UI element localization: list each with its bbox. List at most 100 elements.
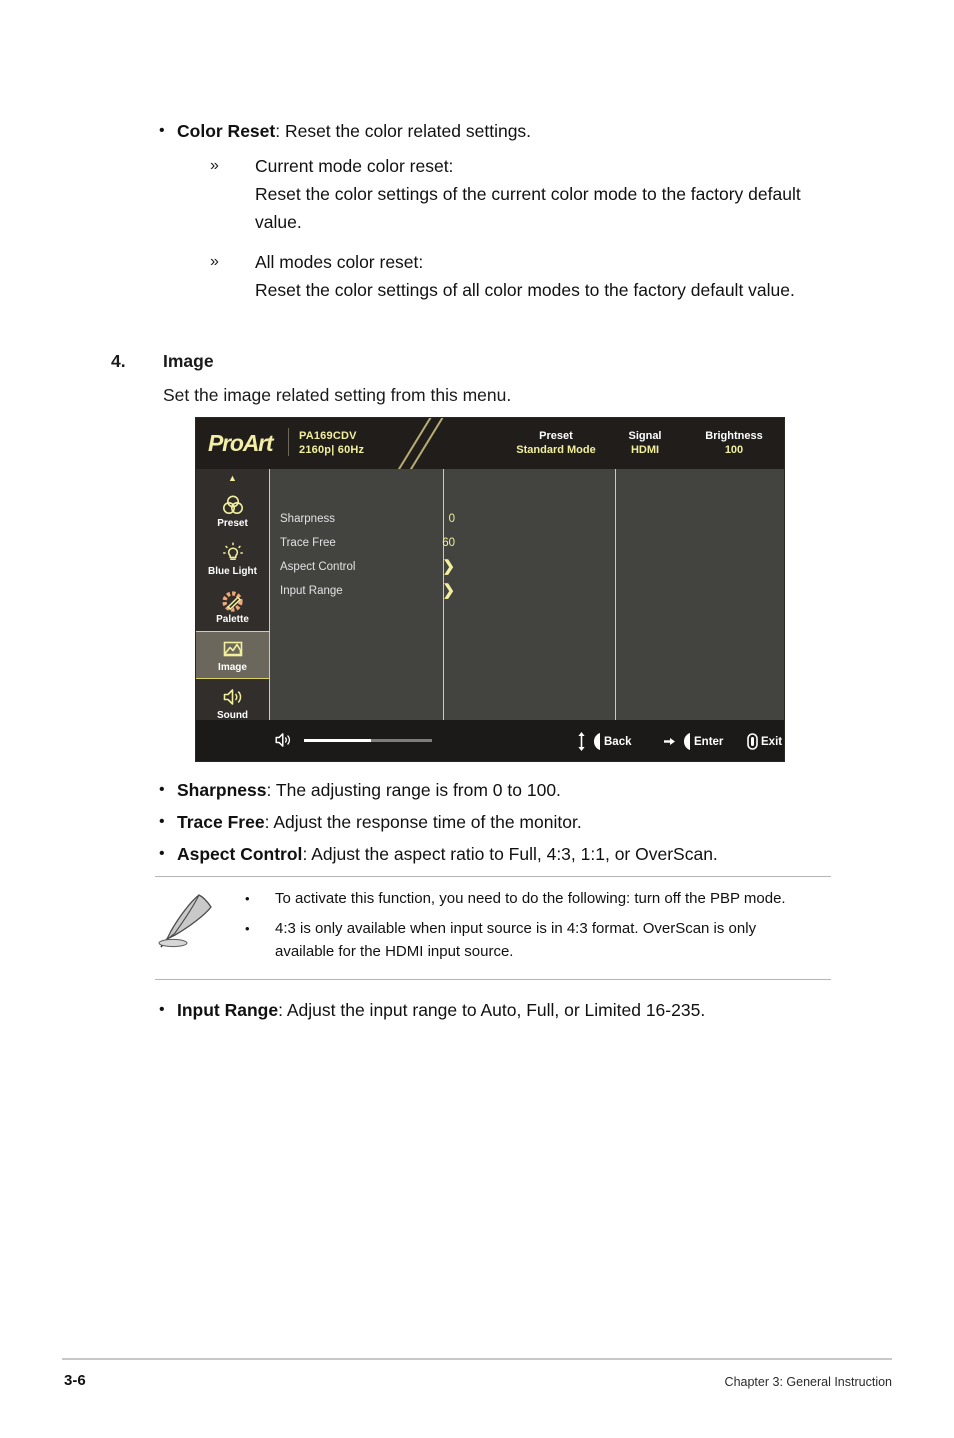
osd-mode-line: 2160p| 60Hz [299,443,364,457]
note-icon-wrap [155,887,245,956]
osd-model-name: PA169CDV [299,430,357,442]
manual-page: • Color Reset: Reset the color related s… [0,0,954,1438]
bullet-marker: • [245,921,250,936]
bullet-sharpness-desc: : The adjusting range is from 0 to 100. [266,780,561,800]
volume-slider[interactable] [304,739,432,742]
page-number: 3-6 [64,1372,86,1389]
osd-footer-label: Back [604,735,632,748]
bullet-color-reset-term: Color Reset [177,121,276,141]
note-item-1: • To activate this function, you need to… [245,887,831,911]
palette-brush-icon [221,590,243,612]
dpad-left-half-icon [683,733,690,750]
bullet-color-reset: • Color Reset: Reset the color related s… [155,118,855,145]
note-item-2: • 4:3 is only available when input sourc… [245,917,831,963]
osd-header-label: Signal [628,430,662,442]
sidebar-item-preset[interactable]: Preset [196,487,269,535]
bullet-marker: • [159,845,165,862]
bullet-aspect-control-desc: : Adjust the aspect ratio to Full, 4:3, … [302,844,718,864]
osd-refresh: 60Hz [337,444,365,456]
subitem-body: Reset the color settings of the current … [255,184,801,232]
osd-sep: | [331,444,335,456]
bullet-sharpness-term: Sharpness [177,780,267,800]
guillemet-marker: » [210,253,219,270]
bullet-marker: • [159,1001,165,1018]
sidebar-item-image[interactable]: Image [196,631,269,679]
menu-item-value: 60 [442,537,455,549]
osd-header: ProArt PA169CDV 2160p| 60Hz Preset Stand… [196,418,784,469]
osd-header-label: Brightness [705,430,763,442]
sidebar-item-blue-light[interactable]: Blue Light [196,535,269,583]
quill-pen-icon [158,894,212,948]
osd-header-label: Preset [539,430,573,442]
osd-sidebar: ▲ Preset Blue Light Palette Image Sound [196,469,270,740]
sidebar-item-label: Image [218,661,247,673]
dpad-left-half-icon [593,733,600,750]
subitem-all-modes-color-reset: » All modes color reset: Reset the color… [210,248,850,304]
osd-footer-bar: Back Enter Exit [196,720,784,761]
osd-model-info: PA169CDV 2160p| 60Hz [299,429,364,457]
osd-back-button[interactable]: Back [577,732,632,751]
menu-item-label: Sharpness [280,513,335,525]
bullet-color-reset-desc: : Reset the color related settings. [275,121,532,141]
section-intro: Set the image related setting from this … [163,385,512,405]
section-title: Image [163,351,214,371]
bullet-trace-free-text: Trace Free: Adjust the response time of … [177,809,582,836]
osd-exit-button[interactable]: Exit [747,732,782,751]
bullet-input-range-text: Input Range: Adjust the input range to A… [177,997,705,1024]
venn-circles-icon [222,495,243,514]
speaker-icon [223,688,241,705]
note-list: • To activate this function, you need to… [245,887,831,969]
subitem-body: Reset the color settings of all color mo… [255,280,795,300]
sidebar-item-palette[interactable]: Palette [196,583,269,631]
osd-header-group-signal: Signal HDMI [611,429,679,457]
subitem-text: Current mode color reset: Reset the colo… [255,152,811,236]
bullet-aspect-control-text: Aspect Control: Adjust the aspect ratio … [177,841,718,868]
picture-icon [223,641,242,656]
menu-row-sharpness[interactable]: Sharpness 0 [280,507,455,531]
bullet-sharpness-text: Sharpness: The adjusting range is from 0… [177,777,561,804]
sidebar-scroll-up-icon[interactable]: ▲ [196,469,269,487]
bullet-aspect-control: • Aspect Control: Adjust the aspect rati… [155,841,895,868]
osd-footer-label: Enter [694,735,724,748]
bullet-marker: • [159,122,165,139]
osd-resolution: 2160p [299,444,332,456]
osd-header-group-preset: Preset Standard Mode [496,429,616,457]
speaker-icon [275,733,290,747]
proart-logo: ProArt [208,430,274,456]
section-heading-image: 4. Image [111,348,711,375]
osd-header-value: HDMI [630,444,660,456]
menu-row-input-range[interactable]: Input Range ❯ [280,579,455,603]
bullet-color-reset-text: Color Reset: Reset the color related set… [177,118,531,145]
bullet-input-range-term: Input Range [177,1000,279,1020]
bullet-aspect-control-term: Aspect Control [177,844,303,864]
guillemet-marker: » [210,157,219,174]
diagonal-stripes-decoration [397,418,444,469]
menu-row-trace-free[interactable]: Trace Free 60 [280,531,455,555]
note-item-text: 4:3 is only available when input source … [275,920,757,960]
power-pill-icon [747,733,758,750]
subitem-heading: All modes color reset: [255,252,424,272]
bullet-input-range: • Input Range: Adjust the input range to… [155,997,895,1024]
menu-item-value: 0 [448,513,455,525]
osd-header-value: 100 [724,444,744,456]
osd-header-value: Standard Mode [516,444,596,456]
sidebar-item-label: Preset [217,517,248,529]
subitem-heading: Current mode color reset: [255,156,454,176]
sidebar-item-label: Palette [216,613,249,625]
osd-enter-button[interactable]: Enter [663,732,723,751]
chapter-label: Chapter 3: General Instruction [724,1375,892,1389]
volume-slider-fill [304,739,371,742]
note-item-text: To activate this function, you need to d… [275,890,786,907]
bullet-marker: • [159,781,165,798]
lightbulb-icon [222,542,243,560]
sidebar-item-label: Blue Light [208,565,257,577]
bullet-trace-free-desc: : Adjust the response time of the monito… [264,812,582,832]
bullet-marker: • [159,813,165,830]
menu-row-aspect-control[interactable]: Aspect Control ❯ [280,555,455,579]
menu-item-label: Input Range [280,585,343,597]
subitem-text: All modes color reset: Reset the color s… [255,248,795,304]
subitem-current-mode-color-reset: » Current mode color reset: Reset the co… [210,152,850,236]
right-arrow-icon [664,738,675,745]
note-box: • To activate this function, you need to… [155,876,831,980]
updown-joystick-icon [578,732,585,751]
